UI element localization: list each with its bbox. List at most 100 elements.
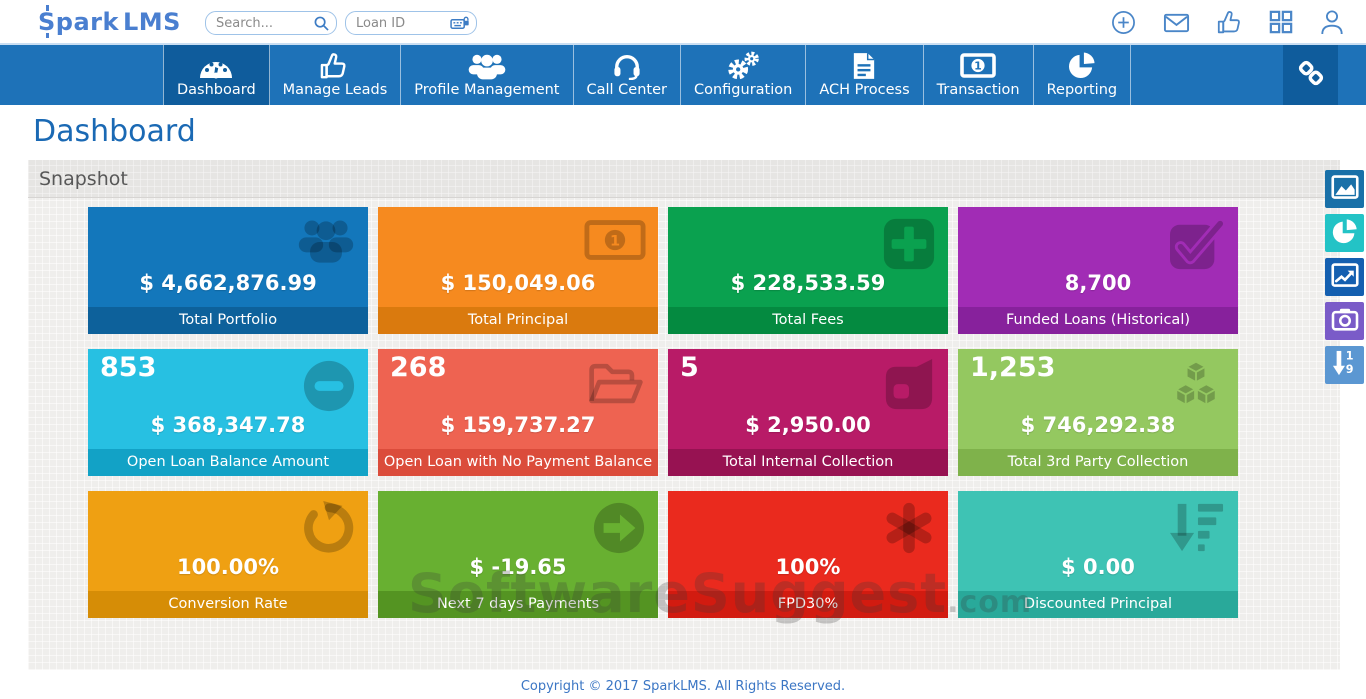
mail-icon[interactable]	[1163, 10, 1190, 35]
plus-circle-icon[interactable]	[1111, 10, 1136, 35]
tile-label: Total Internal Collection	[668, 449, 948, 476]
nav-tab-profile-management[interactable]: Profile Management	[401, 45, 574, 105]
tile-open-loan-balance[interactable]: 853 $ 368,347.78 Open Loan Balance Amoun…	[88, 349, 368, 476]
refresh-icon	[302, 501, 356, 555]
nav-tab-transaction[interactable]: 1 Transaction	[924, 45, 1034, 105]
nav-label: Configuration	[693, 82, 793, 98]
cubes-icon	[1166, 359, 1226, 413]
snapshot-panel: Snapshot $ 4,662,876.99 Total Portfolio …	[28, 160, 1340, 670]
tile-value: $ -19.65	[469, 555, 567, 579]
section-title: Snapshot	[39, 167, 128, 190]
main-nav: Dashboard Manage Leads Profile Managemen…	[0, 45, 1366, 105]
document-icon	[852, 51, 876, 80]
users-icon	[467, 51, 507, 80]
money-bill-icon: 1	[584, 217, 646, 263]
line-chart-icon	[1330, 262, 1359, 292]
tile-value: 100.00%	[176, 555, 280, 579]
svg-text:9: 9	[1345, 363, 1353, 376]
collection-icon	[882, 359, 936, 413]
tile-discounted-principal[interactable]: $ 0.00 Discounted Principal	[958, 491, 1238, 618]
nav-label: Call Center	[586, 82, 667, 98]
brand-second: LMS	[122, 8, 181, 36]
keypad-lock-icon[interactable]	[450, 16, 469, 31]
search-icon[interactable]	[314, 16, 329, 31]
chain-link-icon	[1297, 59, 1325, 91]
tile-value: $ 0.00	[1061, 555, 1135, 579]
area-chart-icon	[1330, 174, 1359, 204]
line-chart-button[interactable]	[1325, 258, 1364, 296]
nav-label: Dashboard	[177, 82, 256, 98]
nav-tab-dashboard[interactable]: Dashboard	[163, 45, 270, 105]
pie-chart-icon	[1331, 218, 1358, 249]
tile-fpd30[interactable]: 100% FPD30%	[668, 491, 948, 618]
tile-count: 1,253	[970, 352, 1056, 383]
tile-count: 268	[390, 352, 447, 383]
tile-conversion-rate[interactable]: 100.00% Conversion Rate	[88, 491, 368, 618]
folder-open-icon	[586, 359, 646, 409]
svg-text:1: 1	[974, 60, 982, 73]
camera-icon	[1331, 307, 1359, 335]
kpi-tile-grid: $ 4,662,876.99 Total Portfolio 1 $ 150,0…	[88, 207, 1340, 618]
search-input[interactable]	[206, 15, 314, 31]
tile-value: $ 2,950.00	[745, 413, 871, 437]
nav-label: Reporting	[1046, 82, 1118, 98]
arrow-circle-right-icon	[592, 501, 646, 555]
area-chart-button[interactable]	[1325, 170, 1364, 208]
header-action-icons	[1111, 9, 1344, 35]
thumbs-up-icon[interactable]	[1217, 10, 1242, 35]
tile-value: $ 228,533.59	[730, 271, 886, 295]
top-header: Spark LMS	[0, 0, 1366, 45]
tile-internal-collection[interactable]: 5 $ 2,950.00 Total Internal Collection	[668, 349, 948, 476]
tile-count: 853	[100, 352, 157, 383]
headset-icon	[612, 51, 642, 80]
tile-label: Funded Loans (Historical)	[958, 307, 1238, 334]
tile-label: Total 3rd Party Collection	[958, 449, 1238, 476]
tile-funded-loans[interactable]: 8,700 Funded Loans (Historical)	[958, 207, 1238, 334]
search-box	[205, 11, 337, 35]
grid-icon[interactable]	[1269, 10, 1293, 34]
tile-value: $ 150,049.06	[440, 271, 596, 295]
sort-numeric-desc-button[interactable]: 19	[1325, 346, 1364, 384]
pie-chart-button[interactable]	[1325, 214, 1364, 252]
loan-id-input[interactable]	[346, 15, 450, 31]
nav-tab-configuration[interactable]: Configuration	[681, 45, 807, 105]
tile-label: Discounted Principal	[958, 591, 1238, 618]
sort-numeric-desc-icon: 19	[1332, 349, 1358, 381]
tile-third-party-collection[interactable]: 1,253 $ 746,292.38 Total 3rd Party Colle…	[958, 349, 1238, 476]
tile-total-fees[interactable]: $ 228,533.59 Total Fees	[668, 207, 948, 334]
camera-button[interactable]	[1325, 302, 1364, 340]
users-icon	[296, 217, 356, 267]
money-icon: 1	[960, 51, 996, 80]
nav-tab-manage-leads[interactable]: Manage Leads	[270, 45, 402, 105]
tile-value: $ 4,662,876.99	[139, 271, 317, 295]
tile-value: 100%	[775, 555, 841, 579]
asterisk-icon	[882, 501, 936, 555]
brand-logo-mark: Spark	[38, 5, 119, 38]
svg-text:1: 1	[1345, 349, 1353, 362]
nav-tab-ach-process[interactable]: ACH Process	[806, 45, 924, 105]
chain-link-button[interactable]	[1283, 45, 1338, 105]
brand-logo[interactable]: Spark LMS	[38, 5, 181, 38]
tile-total-principal[interactable]: 1 $ 150,049.06 Total Principal	[378, 207, 658, 334]
tile-value: $ 368,347.78	[150, 413, 306, 437]
user-icon[interactable]	[1320, 9, 1344, 35]
tile-label: Next 7 days Payments	[378, 591, 658, 618]
tile-value: $ 746,292.38	[1020, 413, 1176, 437]
tile-label: Total Fees	[668, 307, 948, 334]
plus-icon	[882, 217, 936, 271]
tile-total-portfolio[interactable]: $ 4,662,876.99 Total Portfolio	[88, 207, 368, 334]
tile-label: Open Loan Balance Amount	[88, 449, 368, 476]
svg-text:1: 1	[610, 233, 620, 249]
tile-label: Conversion Rate	[88, 591, 368, 618]
nav-label: Profile Management	[414, 82, 560, 98]
check-icon	[1168, 217, 1226, 271]
tile-label: Total Portfolio	[88, 307, 368, 334]
thumbs-up-icon	[320, 51, 350, 80]
tile-next-7-days-payments[interactable]: $ -19.65 Next 7 days Payments	[378, 491, 658, 618]
tile-open-loan-no-payment[interactable]: 268 $ 159,737.27 Open Loan with No Payme…	[378, 349, 658, 476]
nav-tab-reporting[interactable]: Reporting	[1034, 45, 1132, 105]
sort-desc-icon	[1168, 501, 1226, 555]
gauge-icon	[198, 51, 234, 80]
tool-rail: 19	[1325, 170, 1364, 384]
nav-tab-call-center[interactable]: Call Center	[574, 45, 681, 105]
